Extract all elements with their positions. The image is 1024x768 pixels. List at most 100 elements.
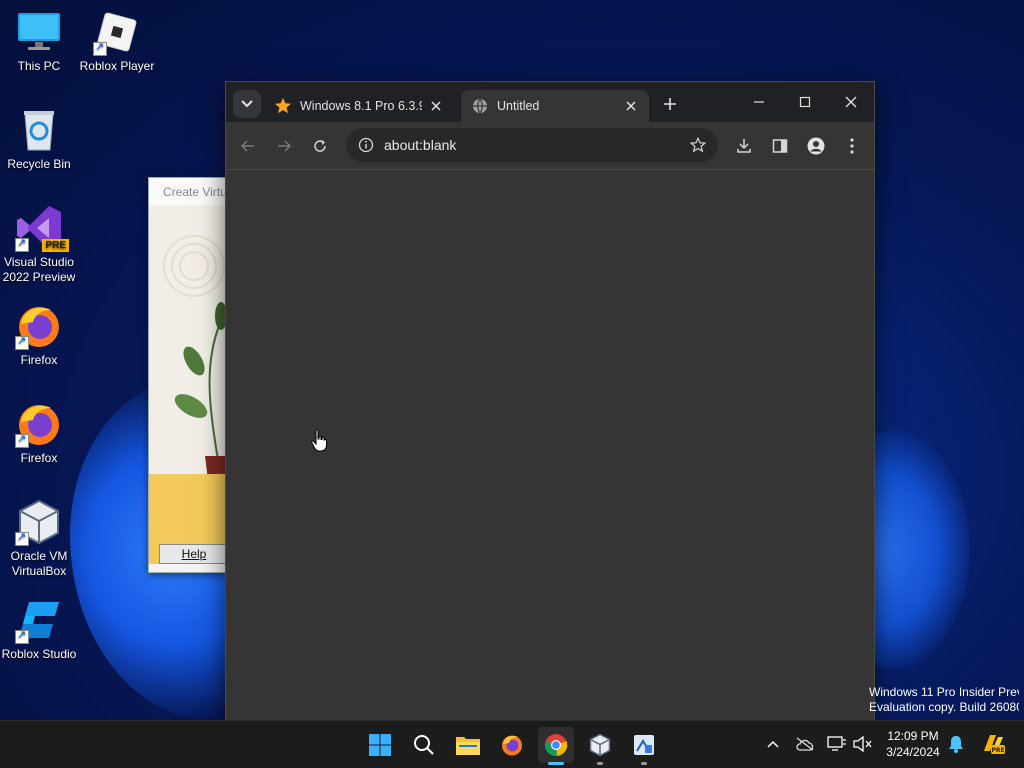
virtualbox-create-vm-window[interactable]: Create Virtual Machine Help	[148, 177, 228, 573]
start-button[interactable]	[362, 727, 398, 763]
shortcut-arrow-icon	[15, 628, 29, 644]
tab-search-button[interactable]	[233, 90, 261, 118]
reload-icon	[314, 140, 326, 152]
roblox-studio-icon	[15, 596, 63, 644]
taskbar-calculator-tool[interactable]	[626, 727, 662, 765]
cloud-offline-icon	[796, 737, 814, 751]
watermark-line-1: Windows 11 Pro Insider Preview	[869, 685, 1019, 699]
desktop-icon-label: This PC	[17, 59, 61, 73]
desktop-icon-roblox-studio[interactable]: Roblox Studio	[0, 596, 78, 662]
side-panel-icon	[772, 139, 788, 153]
open-app-indicator	[641, 762, 647, 765]
desktop-icon-label: Visual Studio 2022 Preview	[2, 255, 76, 284]
downloads-button[interactable]	[730, 132, 758, 160]
taskbar-virtualbox[interactable]	[582, 727, 618, 765]
arrow-left-icon	[241, 140, 254, 152]
windows-watermark: Windows 11 Pro Insider Preview Evaluatio…	[869, 685, 1019, 715]
shortcut-arrow-icon	[93, 40, 107, 56]
tab-strip: Windows 8.1 Pro 6.3.9600 Untitled	[226, 82, 874, 122]
visual-studio-icon: PRE	[15, 204, 69, 252]
url-text[interactable]: about:blank	[384, 137, 684, 153]
search-icon	[414, 735, 434, 755]
recycle-bin-icon	[15, 106, 63, 154]
preview-badge: PRE	[42, 239, 69, 252]
folder-icon	[456, 737, 480, 755]
back-button[interactable]	[234, 132, 262, 160]
shortcut-arrow-icon	[15, 236, 29, 252]
clock-date: 3/24/2024	[886, 745, 940, 759]
side-panel-button[interactable]	[766, 132, 794, 160]
profile-button[interactable]	[802, 132, 830, 160]
close-window-button[interactable]	[829, 88, 873, 116]
maximize-button[interactable]	[783, 88, 827, 116]
network-icon	[827, 736, 846, 751]
chrome-menu-button[interactable]	[838, 132, 866, 160]
browser-toolbar: about:blank	[226, 122, 874, 170]
clock-time: 12:09 PM	[887, 729, 939, 743]
chevron-up-icon	[767, 740, 779, 748]
close-tab-icon[interactable]	[623, 98, 639, 114]
desktop-icon-virtualbox[interactable]: Oracle VM VirtualBox	[0, 498, 78, 579]
onedrive-tray-button[interactable]	[794, 733, 816, 755]
copilot-preview-button[interactable]: PRE	[980, 733, 1006, 755]
tab-title: Untitled	[497, 99, 540, 113]
tab-untitled[interactable]: Untitled	[461, 90, 649, 122]
hand-cursor-icon	[311, 429, 327, 458]
firefox-icon	[15, 302, 63, 350]
desktop-icon-firefox-2[interactable]: Firefox	[0, 400, 78, 466]
watermark-line-2: Evaluation copy. Build 26080.rs_prerelea…	[869, 700, 1019, 714]
star-icon	[274, 97, 292, 115]
plus-icon	[664, 98, 676, 110]
address-bar[interactable]: about:blank	[346, 128, 718, 162]
desktop-icon-firefox[interactable]: Firefox	[0, 302, 78, 368]
taskbar-file-explorer[interactable]	[450, 727, 486, 763]
desktop-icon-recycle-bin[interactable]: Recycle Bin	[0, 106, 78, 172]
calculator-tool-icon	[634, 735, 654, 755]
speaker-muted-icon	[853, 736, 872, 752]
search-button[interactable]	[406, 727, 442, 763]
bell-icon	[949, 736, 963, 753]
taskbar-chrome[interactable]	[538, 727, 574, 765]
shortcut-arrow-icon	[15, 530, 29, 546]
network-tray-button[interactable]	[826, 733, 848, 755]
open-app-indicator	[597, 762, 603, 765]
vbox-illustration	[149, 206, 227, 564]
forward-button[interactable]	[270, 132, 298, 160]
desktop-icon-visual-studio[interactable]: PRE Visual Studio 2022 Preview	[0, 204, 78, 285]
desktop-icon-this-pc[interactable]: This PC	[0, 8, 78, 74]
desktop-icon-roblox-player[interactable]: Roblox Player	[78, 8, 156, 74]
desktop-icon-label: Recycle Bin	[7, 157, 71, 171]
vbox-title-bar[interactable]: Create Virtual Machine	[149, 178, 227, 205]
help-button[interactable]: Help	[159, 544, 227, 564]
profile-avatar-icon	[807, 137, 825, 155]
volume-tray-button[interactable]	[852, 733, 874, 755]
notifications-button[interactable]	[945, 733, 967, 755]
virtualbox-icon	[589, 733, 611, 757]
firefox-icon	[502, 735, 522, 756]
close-icon	[845, 96, 857, 108]
more-vertical-icon	[850, 138, 854, 154]
desktop-icon-label: Roblox Studio	[1, 647, 77, 661]
active-app-indicator	[548, 762, 564, 765]
shortcut-arrow-icon	[15, 334, 29, 350]
tab-windows-81[interactable]: Windows 8.1 Pro 6.3.9600	[264, 90, 454, 122]
site-info-icon[interactable]	[356, 135, 376, 155]
chrome-icon	[544, 734, 568, 757]
taskbar: 12:09 PM 3/24/2024 PRE	[0, 720, 1024, 768]
chrome-window[interactable]: Windows 8.1 Pro 6.3.9600 Untitled	[225, 81, 875, 721]
maximize-icon	[799, 96, 811, 108]
shortcut-arrow-icon	[15, 432, 29, 448]
virtualbox-icon	[15, 498, 63, 546]
minimize-button[interactable]	[737, 88, 781, 116]
new-tab-button[interactable]	[658, 92, 682, 116]
minimize-icon	[754, 101, 764, 103]
system-clock[interactable]: 12:09 PM 3/24/2024	[878, 728, 948, 760]
close-tab-icon[interactable]	[428, 98, 444, 114]
reload-button[interactable]	[306, 132, 334, 160]
roblox-player-icon	[93, 8, 141, 56]
show-hidden-icons-button[interactable]	[762, 733, 784, 755]
bookmark-star-icon[interactable]	[684, 131, 712, 159]
desktop-icon-label: Firefox	[20, 451, 58, 465]
taskbar-firefox[interactable]	[494, 727, 530, 763]
download-icon	[737, 139, 751, 153]
